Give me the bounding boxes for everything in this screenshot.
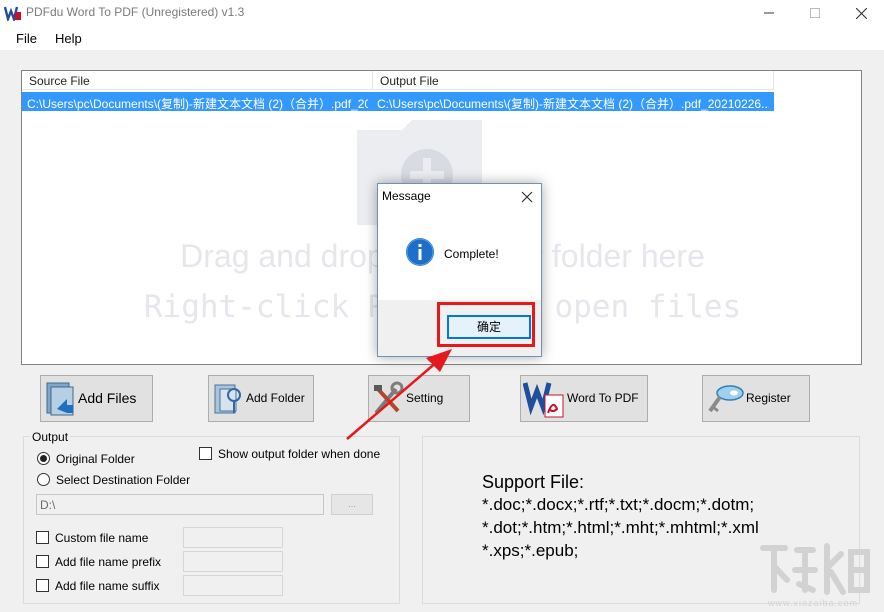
maximize-icon xyxy=(810,8,820,18)
watermark-caption: www.xiazaiba.com xyxy=(768,598,859,608)
key-icon xyxy=(708,385,744,413)
add-suffix-checkbox[interactable] xyxy=(36,579,49,592)
destination-path-input[interactable]: D:\ xyxy=(36,494,324,515)
register-button[interactable]: Register xyxy=(702,375,810,422)
add-folder-button[interactable]: Add Folder xyxy=(208,375,314,422)
window-title: PDFdu Word To PDF (Unregistered) v1.3 xyxy=(26,5,245,19)
column-header-output[interactable]: Output File xyxy=(373,71,774,90)
add-prefix-label: Add file name prefix xyxy=(55,555,162,569)
menu-bar: File Help xyxy=(0,26,884,50)
title-bar: PDFdu Word To PDF (Unregistered) v1.3 xyxy=(0,0,884,26)
watermark-logo xyxy=(760,543,870,595)
add-files-label: Add Files xyxy=(78,390,137,406)
support-line: *.xps;*.epub; xyxy=(482,541,579,560)
source-file-cell: C:\Users\pc\Documents\(复制)-新建文本文档 (2)（合并… xyxy=(27,97,368,111)
close-icon xyxy=(855,7,867,19)
add-suffix-label: Add file name suffix xyxy=(55,579,160,593)
info-icon xyxy=(406,238,434,266)
select-destination-label: Select Destination Folder xyxy=(56,473,191,487)
select-destination-radio[interactable] xyxy=(37,473,50,486)
app-logo-icon xyxy=(4,6,21,21)
word-to-pdf-icon xyxy=(523,382,564,418)
close-button[interactable] xyxy=(838,0,884,26)
dialog-message: Complete! xyxy=(444,247,499,261)
custom-file-name-input[interactable] xyxy=(183,527,283,548)
list-header: Source File Output File xyxy=(22,71,774,90)
maximize-button[interactable] xyxy=(792,0,838,26)
add-folder-icon xyxy=(214,384,241,414)
menu-file[interactable]: File xyxy=(16,31,37,46)
dialog-title: Message xyxy=(382,189,431,203)
browse-button[interactable]: ... xyxy=(331,494,373,515)
add-prefix-checkbox[interactable] xyxy=(36,555,49,568)
add-folder-label: Add Folder xyxy=(246,391,305,405)
support-title: Support File: xyxy=(482,472,585,492)
column-header-source[interactable]: Source File xyxy=(22,71,373,90)
custom-file-name-label: Custom file name xyxy=(55,531,149,545)
prefix-input[interactable] xyxy=(183,551,283,572)
register-label: Register xyxy=(746,391,791,405)
support-line: *.doc;*.docx;*.rtf;*.txt;*.docm;*.dotm; xyxy=(482,495,755,514)
output-group-legend: Output xyxy=(30,430,71,444)
setting-label: Setting xyxy=(406,391,444,405)
minimize-icon xyxy=(764,12,774,14)
original-folder-label: Original Folder xyxy=(56,452,135,466)
add-files-button[interactable]: Add Files xyxy=(40,375,153,422)
suffix-input[interactable] xyxy=(183,575,283,596)
word-to-pdf-label: Word To PDF xyxy=(567,391,639,405)
original-folder-radio[interactable] xyxy=(37,452,50,465)
ok-button[interactable]: 确定 xyxy=(447,315,531,339)
close-icon xyxy=(521,191,533,203)
word-to-pdf-button[interactable]: Word To PDF xyxy=(520,375,648,422)
custom-file-name-checkbox[interactable] xyxy=(36,531,49,544)
menu-help[interactable]: Help xyxy=(55,31,82,46)
minimize-button[interactable] xyxy=(746,0,792,26)
show-output-folder-label: Show output folder when done xyxy=(218,447,381,461)
file-row[interactable]: C:\Users\pc\Documents\(复制)-新建文本文档 (2)（合并… xyxy=(22,92,774,111)
dialog-close-button[interactable] xyxy=(517,188,537,206)
output-file-cell: C:\Users\pc\Documents\(复制)-新建文本文档 (2)（合并… xyxy=(377,97,769,111)
tools-icon xyxy=(374,381,404,415)
show-output-folder-checkbox[interactable] xyxy=(199,447,212,460)
add-files-icon xyxy=(46,382,74,416)
setting-button[interactable]: Setting xyxy=(368,375,470,422)
support-line: *.dot;*.htm;*.html;*.mht;*.mhtml;*.xml xyxy=(482,518,759,537)
